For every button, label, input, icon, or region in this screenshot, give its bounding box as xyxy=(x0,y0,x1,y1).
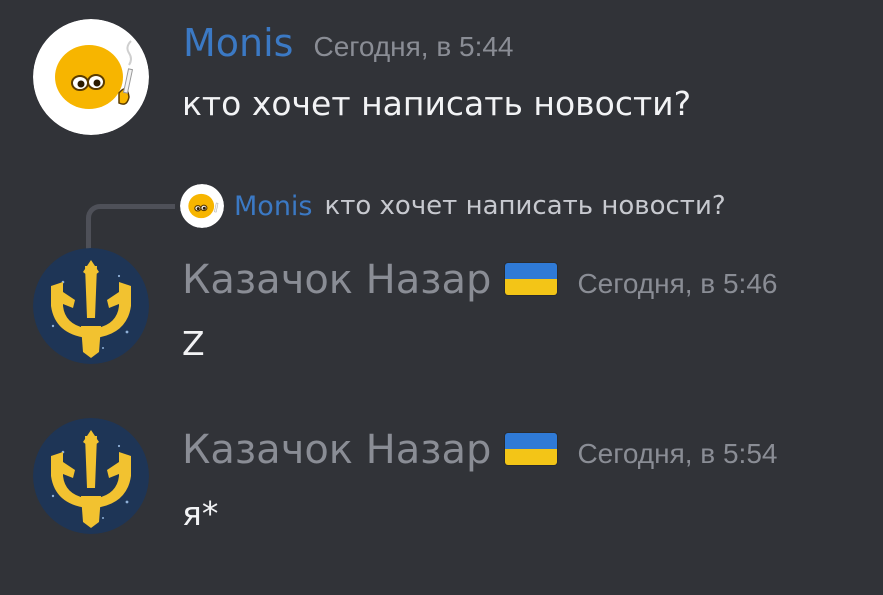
username-nazar[interactable]: Казачок Назар xyxy=(182,430,491,470)
reply-avatar-monis xyxy=(180,184,224,228)
message-content: Z xyxy=(182,324,205,363)
avatar-monis[interactable] xyxy=(33,19,149,135)
ukraine-flag-icon xyxy=(505,263,558,295)
message-timestamp: Сегодня, в 5:54 xyxy=(577,438,778,469)
message-content: кто хочет написать новости? xyxy=(182,84,692,123)
reply-author[interactable]: Monis xyxy=(234,191,313,222)
message-content: я* xyxy=(182,494,219,533)
avatar-nazar[interactable] xyxy=(33,248,149,364)
message-timestamp: Сегодня, в 5:46 xyxy=(577,268,778,299)
monis-avatar-icon xyxy=(33,19,149,135)
username-nazar[interactable]: Казачок Назар xyxy=(182,260,491,300)
message-nazar-2: Казачок Назар Сегодня, в 5:54 я* xyxy=(0,410,883,560)
username-monis[interactable]: Monis xyxy=(183,24,293,62)
reply-content: кто хочет написать новости? xyxy=(324,191,726,221)
message-timestamp: Сегодня, в 5:44 xyxy=(313,31,514,62)
message-nazar-1: Казачок Назар Сегодня, в 5:46 Z xyxy=(0,240,883,380)
message-monis: Monis Сегодня, в 5:44 кто хочет написать… xyxy=(0,0,883,150)
monis-avatar-icon xyxy=(180,184,224,228)
ukraine-flag-icon xyxy=(505,433,558,465)
trident-avatar-icon xyxy=(33,248,149,364)
reply-preview[interactable]: Monis кто хочет написать новости? xyxy=(180,184,726,228)
trident-avatar-icon xyxy=(33,418,149,534)
avatar-nazar[interactable] xyxy=(33,418,149,534)
